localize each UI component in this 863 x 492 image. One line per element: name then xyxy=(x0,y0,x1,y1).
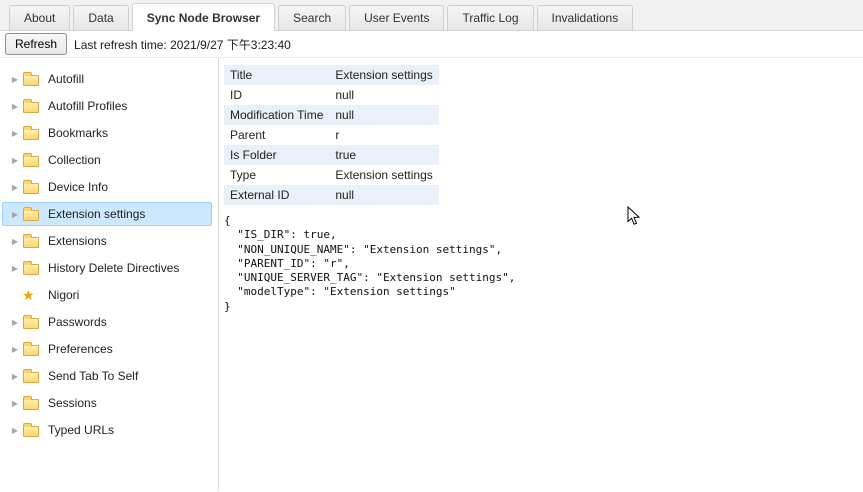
node-json: { "IS_DIR": true, "NON_UNIQUE_NAME": "Ex… xyxy=(224,214,516,313)
folder-icon xyxy=(23,341,43,356)
expand-arrow-icon[interactable]: ▶ xyxy=(7,129,23,138)
detail-label: External ID xyxy=(230,188,290,202)
detail-value: Extension settings xyxy=(335,168,433,182)
tree-item-label: Extension settings xyxy=(48,207,146,221)
folder-icon xyxy=(23,314,43,329)
tree-item-label: Preferences xyxy=(48,342,113,356)
expand-arrow-icon[interactable]: ▶ xyxy=(7,372,23,381)
folder-icon xyxy=(23,206,43,221)
main-split: ▶ Autofill ▶ Autofill Profiles ▶ Bookmarks ▶ Co… xyxy=(0,58,863,491)
tree-item-device-info[interactable]: ▶ Device Info xyxy=(2,175,212,199)
tree-item-label: History Delete Directives xyxy=(48,261,180,275)
folder-icon xyxy=(23,179,43,194)
tree-item-bookmarks[interactable]: ▶ Bookmarks xyxy=(2,121,212,145)
tab-data[interactable]: Data xyxy=(73,5,129,30)
tree-item-extension-settings[interactable]: ▶ Extension settings xyxy=(2,202,212,226)
expand-arrow-icon[interactable]: ▶ xyxy=(7,210,23,219)
folder-icon xyxy=(23,152,43,167)
detail-row-parent: Parent r xyxy=(224,125,439,145)
tree-item-label: Bookmarks xyxy=(48,126,109,140)
detail-label: Type xyxy=(230,168,257,182)
expand-arrow-icon[interactable]: ▶ xyxy=(7,102,23,111)
folder-icon xyxy=(23,98,43,113)
tab-about[interactable]: About xyxy=(9,5,71,30)
sync-internals-page: { "tabs": [ { "label": "About", "active"… xyxy=(0,0,863,492)
tree-item-nigori[interactable]: ★ Nigori xyxy=(2,283,212,307)
detail-value: null xyxy=(335,88,355,102)
tree-item-sessions[interactable]: ▶ Sessions xyxy=(2,391,212,415)
detail-value: true xyxy=(335,148,357,162)
detail-row-title: Title Extension settings xyxy=(224,65,440,85)
detail-label: Modification Time xyxy=(230,108,324,122)
expand-arrow-icon[interactable]: ▶ xyxy=(7,183,23,192)
expand-arrow-icon[interactable]: ▶ xyxy=(7,237,23,246)
detail-label: Title xyxy=(230,68,253,82)
detail-value: r xyxy=(335,128,340,142)
tab-traffic-log[interactable]: Traffic Log xyxy=(447,5,534,30)
tree-item-label: Collection xyxy=(48,153,101,167)
tab-invalidations[interactable]: Invalidations xyxy=(536,5,634,30)
expand-arrow-icon[interactable]: ▶ xyxy=(7,264,23,273)
folder-icon xyxy=(23,233,43,248)
detail-row-id: ID null xyxy=(224,85,439,105)
detail-row-external-id: External ID null xyxy=(224,185,440,205)
detail-label: Parent xyxy=(230,128,266,142)
tab-user-events[interactable]: User Events xyxy=(349,5,445,30)
tree-item-label: Device Info xyxy=(48,180,109,194)
tree-item-preferences[interactable]: ▶ Preferences xyxy=(2,337,212,361)
detail-value: null xyxy=(335,188,355,202)
tab-bar: About Data Sync Node Browser Search User Eve… xyxy=(0,0,863,31)
detail-row-type: Type Extension settings xyxy=(224,165,439,185)
tree-item-label: Autofill xyxy=(48,72,85,86)
tree-item-label: Sessions xyxy=(48,396,97,410)
tree-item-collection[interactable]: ▶ Collection xyxy=(2,148,212,172)
expand-arrow-icon[interactable]: ▶ xyxy=(7,345,23,354)
detail-label: Is Folder xyxy=(230,148,277,162)
detail-label: ID xyxy=(230,88,242,102)
tab-search[interactable]: Search xyxy=(278,5,347,30)
folder-icon xyxy=(23,368,43,383)
detail-value: Extension settings xyxy=(335,68,433,82)
folder-icon xyxy=(23,395,43,410)
detail-value: null xyxy=(335,108,355,122)
detail-panel: Title Extension settings ID null Modificatio… xyxy=(219,58,863,491)
tree-item-passwords[interactable]: ▶ Passwords xyxy=(2,310,212,334)
folder-icon xyxy=(23,422,43,437)
tree-item-label: Autofill Profiles xyxy=(48,99,128,113)
tree-item-label: Passwords xyxy=(48,315,107,329)
expand-arrow-icon[interactable]: ▶ xyxy=(7,318,23,327)
tree-panel: ▶ Autofill ▶ Autofill Profiles ▶ Bookmarks ▶ Co… xyxy=(0,58,219,491)
tree-item-extensions[interactable]: ▶ Extensions xyxy=(2,229,212,253)
refresh-button[interactable]: Refresh xyxy=(5,33,68,55)
detail-table-body: Title Extension settings ID null Modificatio… xyxy=(224,65,440,205)
tree-item-label: Extensions xyxy=(48,234,107,248)
detail-table: Title Extension settings ID null Modificatio… xyxy=(224,65,440,205)
tab-sync-node-browser[interactable]: Sync Node Browser xyxy=(131,3,276,31)
tree-item-send-tab-to-self[interactable]: ▶ Send Tab To Self xyxy=(2,364,212,388)
expand-arrow-icon[interactable]: ▶ xyxy=(7,156,23,165)
folder-icon xyxy=(23,71,43,86)
tree-item-label: Nigori xyxy=(48,288,80,302)
tree-item-label: Send Tab To Self xyxy=(48,369,139,383)
last-refresh-time: Last refresh time: 2021/9/27 下午3:23:40 xyxy=(74,37,291,52)
tree-item-autofill-profiles[interactable]: ▶ Autofill Profiles xyxy=(2,94,212,118)
tree-item-typed-urls[interactable]: ▶ Typed URLs xyxy=(2,418,212,442)
folder-icon xyxy=(23,125,43,140)
tree-item-autofill[interactable]: ▶ Autofill xyxy=(2,67,212,91)
star-icon: ★ xyxy=(22,287,35,303)
expand-arrow-icon[interactable]: ▶ xyxy=(7,75,23,84)
tree-item-history-delete-directives[interactable]: ▶ History Delete Directives xyxy=(2,256,212,280)
detail-row-is-folder: Is Folder true xyxy=(224,145,440,165)
folder-icon xyxy=(23,260,43,275)
tree-item-label: Typed URLs xyxy=(48,423,115,437)
expand-arrow-icon[interactable]: ▶ xyxy=(7,399,23,408)
toolbar: Refresh Last refresh time: 2021/9/27 下午3… xyxy=(0,31,863,58)
mouse-cursor xyxy=(627,206,641,225)
expand-arrow-icon[interactable]: ▶ xyxy=(7,426,23,435)
detail-row-modification-time: Modification Time null xyxy=(224,105,440,125)
